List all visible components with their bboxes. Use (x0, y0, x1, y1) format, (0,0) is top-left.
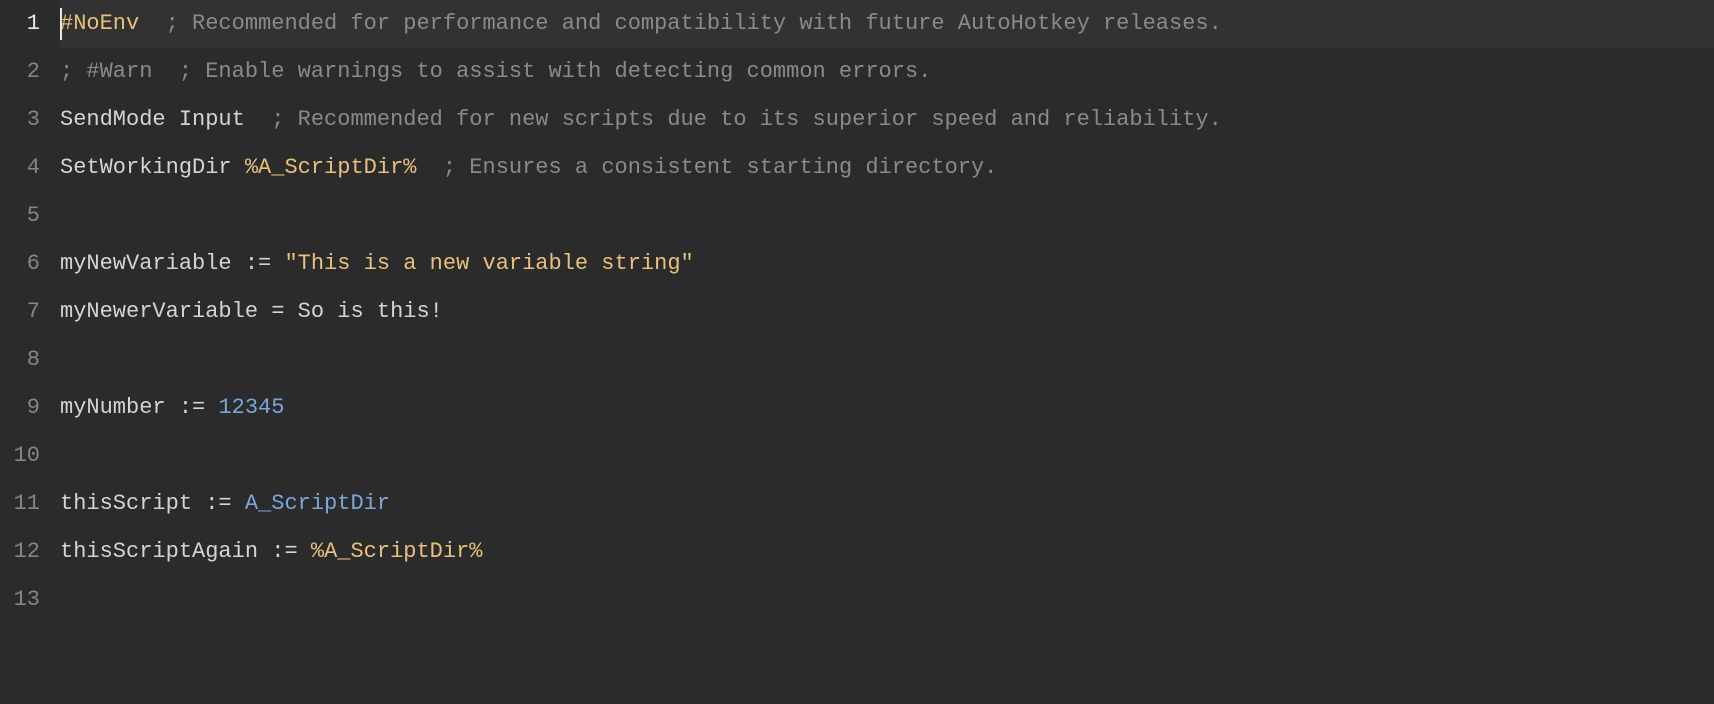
code-token (271, 251, 284, 276)
code-line[interactable]: myNewVariable := "This is a new variable… (60, 240, 1714, 288)
code-line[interactable] (60, 432, 1714, 480)
line-number: 1 (8, 0, 40, 48)
code-token: #NoEnv (60, 11, 139, 36)
line-number: 12 (8, 528, 40, 576)
code-token (232, 155, 245, 180)
line-number: 8 (8, 336, 40, 384)
line-number: 2 (8, 48, 40, 96)
code-token: := (271, 539, 297, 564)
code-token: % (245, 155, 258, 180)
code-token: = (271, 299, 284, 324)
code-line[interactable]: SetWorkingDir %A_ScriptDir% ; Ensures a … (60, 144, 1714, 192)
code-token: SetWorkingDir (60, 155, 232, 180)
code-token (258, 299, 271, 324)
code-editor[interactable]: 12345678910111213 #NoEnv ; Recommended f… (0, 0, 1714, 704)
code-token: A_ScriptDir (324, 539, 469, 564)
code-token: % (311, 539, 324, 564)
line-number: 3 (8, 96, 40, 144)
code-token: % (403, 155, 416, 180)
code-line[interactable] (60, 336, 1714, 384)
code-token: 12345 (218, 395, 284, 420)
code-token (298, 539, 311, 564)
code-token (258, 539, 271, 564)
code-token: ; #Warn ; Enable warnings to assist with… (60, 59, 931, 84)
code-token: Input (179, 107, 245, 132)
code-line[interactable]: #NoEnv ; Recommended for performance and… (60, 0, 1714, 48)
code-line[interactable] (60, 576, 1714, 624)
code-token (192, 491, 205, 516)
text-cursor (60, 8, 62, 40)
code-line[interactable]: SendMode Input ; Recommended for new scr… (60, 96, 1714, 144)
code-line[interactable] (60, 192, 1714, 240)
code-token (416, 155, 442, 180)
code-line[interactable]: thisScript := A_ScriptDir (60, 480, 1714, 528)
line-number-gutter: 12345678910111213 (0, 0, 52, 704)
code-token: := (245, 251, 271, 276)
code-token: := (205, 491, 231, 516)
code-token: thisScript (60, 491, 192, 516)
code-token (166, 395, 179, 420)
code-line[interactable]: myNumber := 12345 (60, 384, 1714, 432)
code-token (245, 107, 271, 132)
code-line[interactable]: thisScriptAgain := %A_ScriptDir% (60, 528, 1714, 576)
line-number: 10 (8, 432, 40, 480)
line-number: 6 (8, 240, 40, 288)
code-token: A_ScriptDir (245, 491, 390, 516)
code-token (139, 11, 165, 36)
code-token: myNewerVariable (60, 299, 258, 324)
code-token: So is this! (284, 299, 442, 324)
line-number: 7 (8, 288, 40, 336)
code-token: A_ScriptDir (258, 155, 403, 180)
code-token: ; Ensures a consistent starting director… (443, 155, 998, 180)
code-line[interactable]: ; #Warn ; Enable warnings to assist with… (60, 48, 1714, 96)
code-token (166, 107, 179, 132)
code-token (232, 491, 245, 516)
line-number: 9 (8, 384, 40, 432)
code-token: % (469, 539, 482, 564)
code-area[interactable]: #NoEnv ; Recommended for performance and… (52, 0, 1714, 704)
code-token: myNumber (60, 395, 166, 420)
line-number: 5 (8, 192, 40, 240)
code-token: thisScriptAgain (60, 539, 258, 564)
code-token (205, 395, 218, 420)
code-line[interactable]: myNewerVariable = So is this! (60, 288, 1714, 336)
line-number: 13 (8, 576, 40, 624)
line-number: 11 (8, 480, 40, 528)
code-token: SendMode (60, 107, 166, 132)
code-token: ; Recommended for performance and compat… (166, 11, 1222, 36)
line-number: 4 (8, 144, 40, 192)
code-token: := (179, 395, 205, 420)
code-token: myNewVariable (60, 251, 232, 276)
code-token (232, 251, 245, 276)
code-token: "This is a new variable string" (284, 251, 693, 276)
code-token: ; Recommended for new scripts due to its… (271, 107, 1222, 132)
